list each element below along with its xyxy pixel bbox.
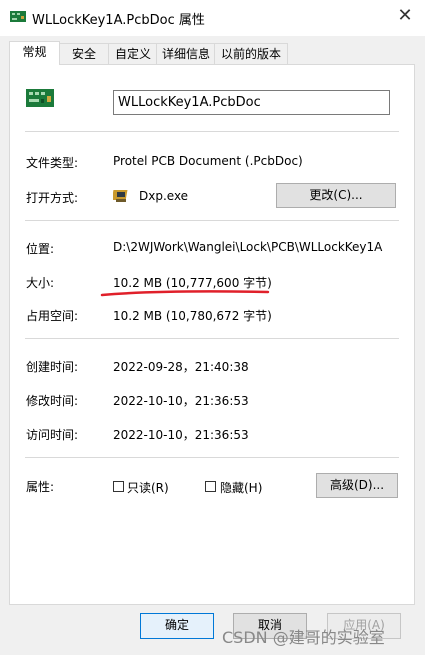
accessed-label: 访问时间: bbox=[26, 428, 79, 442]
tab-custom[interactable]: 自定义 bbox=[108, 43, 158, 64]
ok-button[interactable]: 确定 bbox=[140, 613, 214, 639]
red-underline-annotation bbox=[100, 290, 270, 297]
divider bbox=[25, 131, 399, 132]
change-button[interactable]: 更改(C)... bbox=[276, 183, 396, 208]
open-with-label: 打开方式: bbox=[26, 191, 79, 205]
disk-size-label: 占用空间: bbox=[26, 309, 79, 323]
dxp-program-icon bbox=[113, 190, 128, 202]
divider bbox=[25, 338, 399, 339]
csdn-watermark: CSDN @建哥的实验室 bbox=[222, 628, 385, 647]
location-value: D:\2WJWork\Wanglei\Lock\PCB\WLLockKey1A bbox=[113, 240, 383, 254]
tab-previous-versions[interactable]: 以前的版本 bbox=[214, 43, 288, 64]
readonly-checkbox[interactable] bbox=[113, 481, 124, 492]
accessed-value: 2022-10-10，21:36:53 bbox=[113, 428, 249, 442]
modified-label: 修改时间: bbox=[26, 394, 79, 408]
file-type-label: 文件类型: bbox=[26, 156, 79, 170]
advanced-button[interactable]: 高级(D)... bbox=[316, 473, 398, 498]
tab-general[interactable]: 常规 bbox=[9, 41, 60, 65]
disk-size-value: 10.2 MB (10,780,672 字节) bbox=[113, 309, 272, 323]
size-label: 大小: bbox=[26, 276, 55, 290]
title-bar: WLLockKey1A.PcbDoc 属性 ✕ bbox=[0, 0, 425, 36]
readonly-label[interactable]: 只读(R) bbox=[127, 479, 169, 496]
file-name-field[interactable] bbox=[113, 90, 390, 115]
close-button[interactable]: ✕ bbox=[393, 4, 417, 28]
created-label: 创建时间: bbox=[26, 360, 79, 374]
location-label: 位置: bbox=[26, 242, 55, 256]
window-title: WLLockKey1A.PcbDoc 属性 bbox=[32, 13, 205, 28]
general-panel: 文件类型: Protel PCB Document (.PcbDoc) 打开方式… bbox=[9, 64, 415, 605]
tab-details[interactable]: 详细信息 bbox=[156, 43, 216, 64]
hidden-checkbox[interactable] bbox=[205, 481, 216, 492]
close-icon: ✕ bbox=[397, 5, 413, 26]
tab-security[interactable]: 安全 bbox=[58, 43, 110, 64]
pcb-document-icon bbox=[10, 11, 26, 22]
hidden-label[interactable]: 隐藏(H) bbox=[220, 479, 262, 496]
divider bbox=[25, 457, 399, 458]
divider bbox=[25, 220, 399, 221]
created-value: 2022-09-28，21:40:38 bbox=[113, 360, 249, 374]
pcb-document-icon bbox=[26, 89, 54, 107]
open-with-value: Dxp.exe bbox=[139, 189, 189, 203]
modified-value: 2022-10-10，21:36:53 bbox=[113, 394, 249, 408]
attributes-label: 属性: bbox=[26, 480, 55, 494]
file-type-value: Protel PCB Document (.PcbDoc) bbox=[113, 154, 303, 168]
